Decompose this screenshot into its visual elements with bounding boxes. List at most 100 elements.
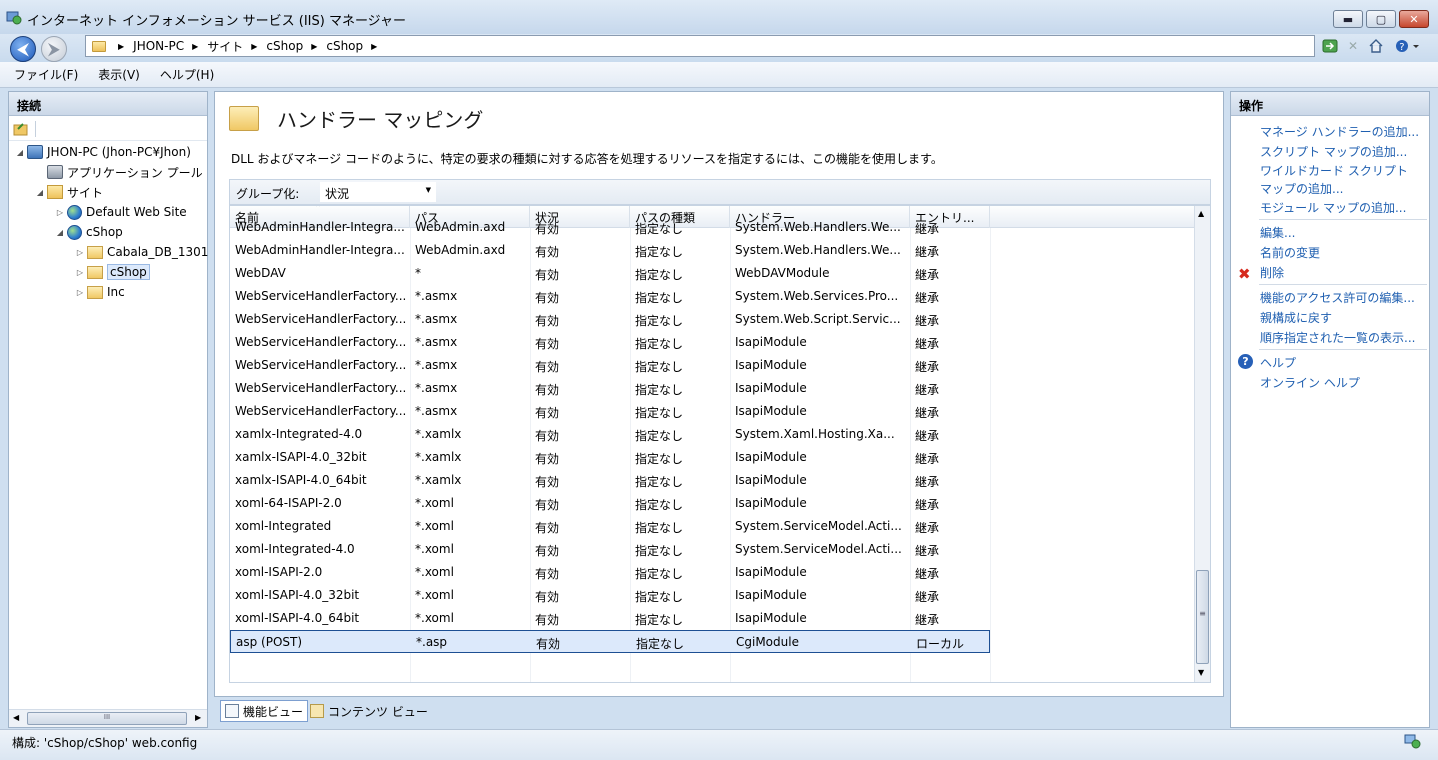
expand-toggle[interactable]: ▷ xyxy=(55,208,65,217)
expand-toggle[interactable]: ◢ xyxy=(55,228,65,237)
table-row[interactable]: WebServiceHandlerFactory... *.asmx 有効 指定なし S… xyxy=(230,308,1194,331)
action-edit[interactable]: 編集... xyxy=(1260,224,1295,241)
maximize-button[interactable]: ▢ xyxy=(1366,10,1396,28)
expand-toggle[interactable]: ▷ xyxy=(75,288,85,297)
action-add-module-map[interactable]: モジュール マップの追加... xyxy=(1260,199,1406,216)
expand-toggle[interactable]: ▷ xyxy=(75,248,85,257)
table-row[interactable]: WebServiceHandlerFactory... *.asmx 有効 指定なし I… xyxy=(230,354,1194,377)
scroll-down-icon[interactable]: ▼ xyxy=(1198,668,1204,677)
table-row[interactable]: xoml-64-ISAPI-2.0 *.xoml 有効 指定なし IsapiModule… xyxy=(230,492,1194,515)
connect-icon[interactable] xyxy=(13,121,29,140)
action-help[interactable]: ヘルプ xyxy=(1260,354,1296,371)
cell-path-type: 指定なし xyxy=(636,637,685,651)
tab-content-view[interactable]: コンテンツ ビュー xyxy=(306,700,432,722)
vertical-scrollbar[interactable]: ▲ ≡ ▼ xyxy=(1194,206,1210,682)
refresh-icon[interactable] xyxy=(1320,37,1340,55)
tree-node-default-web-site[interactable]: ▷ Default Web Site xyxy=(55,203,187,221)
minimize-button[interactable]: ▬ xyxy=(1333,10,1363,28)
menu-help[interactable]: ヘルプ(H) xyxy=(160,66,214,83)
close-button[interactable]: ✕ xyxy=(1399,10,1429,28)
tree-node-inc[interactable]: ▷ Inc xyxy=(75,283,125,301)
horizontal-scrollbar[interactable]: ◀ III ▶ xyxy=(9,709,207,727)
expand-toggle[interactable]: ◢ xyxy=(35,188,45,197)
table-row[interactable]: xamlx-ISAPI-4.0_64bit *.xamlx 有効 指定なし IsapiM… xyxy=(230,469,1194,492)
scroll-up-icon[interactable]: ▲ xyxy=(1198,209,1204,218)
cell-entry-type: 継承 xyxy=(915,383,940,397)
tree-node-app-pools[interactable]: アプリケーション プール xyxy=(35,163,203,181)
action-rename[interactable]: 名前の変更 xyxy=(1260,244,1320,261)
breadcrumb-item[interactable]: サイト xyxy=(207,38,243,55)
scroll-right-icon[interactable]: ▶ xyxy=(195,713,201,722)
action-add-managed-handler[interactable]: マネージ ハンドラーの追加... xyxy=(1260,123,1419,140)
table-row[interactable]: WebServiceHandlerFactory... *.asmx 有効 指定なし S… xyxy=(230,285,1194,308)
table-row[interactable]: xamlx-ISAPI-4.0_32bit *.xamlx 有効 指定なし IsapiM… xyxy=(230,446,1194,469)
scroll-thumb[interactable]: ≡ xyxy=(1196,570,1209,664)
divider xyxy=(1259,349,1427,350)
expand-toggle[interactable]: ▷ xyxy=(75,268,85,277)
table-row[interactable]: WebAdminHandler-Integra... WebAdmin.axd 有効… xyxy=(230,216,1194,239)
action-delete[interactable]: 削除 xyxy=(1260,264,1284,281)
cell-entry-type: 継承 xyxy=(915,452,940,466)
tree-node-cshop-folder[interactable]: ▷ cShop xyxy=(75,263,150,281)
action-revert-to-parent[interactable]: 親構成に戻す xyxy=(1260,309,1332,326)
table-row[interactable]: WebServiceHandlerFactory... *.asmx 有効 指定なし I… xyxy=(230,331,1194,354)
cell-state: 有効 xyxy=(535,521,560,535)
cell-name: WebServiceHandlerFactory... xyxy=(235,335,407,349)
menu-view[interactable]: 表示(V) xyxy=(98,66,140,83)
menu-file[interactable]: ファイル(F) xyxy=(14,66,78,83)
action-view-ordered-list[interactable]: 順序指定された一覧の表示... xyxy=(1260,329,1415,346)
cell-name: WebServiceHandlerFactory... xyxy=(235,289,407,303)
action-online-help[interactable]: オンライン ヘルプ xyxy=(1260,374,1360,391)
home-icon[interactable] xyxy=(1366,37,1386,55)
table-row[interactable]: xoml-ISAPI-2.0 *.xoml 有効 指定なし IsapiModule 継承 xyxy=(230,561,1194,584)
group-by-value: 状況 xyxy=(325,187,350,201)
address-field[interactable]: ▶ JHON-PC ▶ サイト ▶ cShop ▶ cShop ▶ xyxy=(85,35,1315,57)
breadcrumb-item[interactable]: cShop xyxy=(326,39,363,53)
tree-node-cshop-site[interactable]: ◢ cShop xyxy=(55,223,123,241)
cell-path: *.asp xyxy=(416,635,448,649)
table-row[interactable]: xoml-Integrated-4.0 *.xoml 有効 指定なし System.Se… xyxy=(230,538,1194,561)
scroll-left-icon[interactable]: ◀ xyxy=(13,713,19,722)
stop-icon[interactable]: ✕ xyxy=(1343,37,1363,55)
help-menu-icon[interactable]: ? xyxy=(1394,37,1424,55)
server-icon xyxy=(27,145,43,159)
cell-entry-type: 継承 xyxy=(915,521,940,535)
action-add-wildcard-script-map[interactable]: ワイルドカード スクリプト xyxy=(1260,162,1408,179)
table-row[interactable]: WebServiceHandlerFactory... *.asmx 有効 指定なし I… xyxy=(230,377,1194,400)
table-row[interactable]: xoml-ISAPI-4.0_64bit *.xoml 有効 指定なし IsapiMod… xyxy=(230,607,1194,630)
action-add-wildcard-script-map-cont[interactable]: マップの追加... xyxy=(1260,180,1343,197)
sites-folder-icon xyxy=(47,185,63,199)
cell-handler: IsapiModule xyxy=(735,611,807,625)
back-button[interactable]: ⮜ xyxy=(10,36,36,62)
divider xyxy=(1259,219,1427,220)
tree-node-sites[interactable]: ◢ サイト xyxy=(35,183,103,201)
cell-path: * xyxy=(415,266,421,280)
breadcrumb-item[interactable]: cShop xyxy=(266,39,303,53)
cell-path: *.xoml xyxy=(415,588,454,602)
breadcrumb-item[interactable]: JHON-PC xyxy=(133,39,184,53)
table-row[interactable]: WebServiceHandlerFactory... *.asmx 有効 指定なし I… xyxy=(230,400,1194,423)
connections-pane: 接続 ◢ JHON-PC (Jhon-PC¥Jhon) アプリケーション プール… xyxy=(8,91,208,728)
tree-node-label: サイト xyxy=(67,185,104,200)
group-by-select[interactable]: 状況 ▼ xyxy=(320,182,436,202)
action-edit-feature-permissions[interactable]: 機能のアクセス許可の編集... xyxy=(1260,289,1415,306)
table-row[interactable]: WebDAV * 有効 指定なし WebDAVModule 継承 xyxy=(230,262,1194,285)
cell-handler: System.Web.Script.Servic... xyxy=(735,312,901,326)
tab-features-view[interactable]: 機能ビュー xyxy=(220,700,309,722)
table-row-selected[interactable]: asp (POST) *.asp 有効 指定なし CgiModule ローカル xyxy=(230,630,990,653)
cell-state: 有効 xyxy=(535,383,560,397)
cell-name: WebDAV xyxy=(235,266,286,280)
table-row[interactable]: xoml-ISAPI-4.0_32bit *.xoml 有効 指定なし IsapiMod… xyxy=(230,584,1194,607)
tree-node-server[interactable]: ◢ JHON-PC (Jhon-PC¥Jhon) xyxy=(15,143,191,161)
forward-button[interactable]: ⮞ xyxy=(41,36,67,62)
table-row[interactable]: xoml-Integrated *.xoml 有効 指定なし System.Servic… xyxy=(230,515,1194,538)
cell-state: 有効 xyxy=(535,314,560,328)
cell-path-type: 指定なし xyxy=(635,222,684,236)
action-add-script-map[interactable]: スクリプト マップの追加... xyxy=(1260,143,1407,160)
tree-node-cabala-db[interactable]: ▷ Cabala_DB_1301 xyxy=(75,243,208,261)
table-row[interactable]: xamlx-Integrated-4.0 *.xamlx 有効 指定なし System.… xyxy=(230,423,1194,446)
folder-icon xyxy=(87,245,103,259)
expand-toggle[interactable]: ◢ xyxy=(15,148,25,157)
scroll-thumb[interactable]: III xyxy=(27,712,187,725)
table-row[interactable]: WebAdminHandler-Integra... WebAdmin.axd 有効… xyxy=(230,239,1194,262)
